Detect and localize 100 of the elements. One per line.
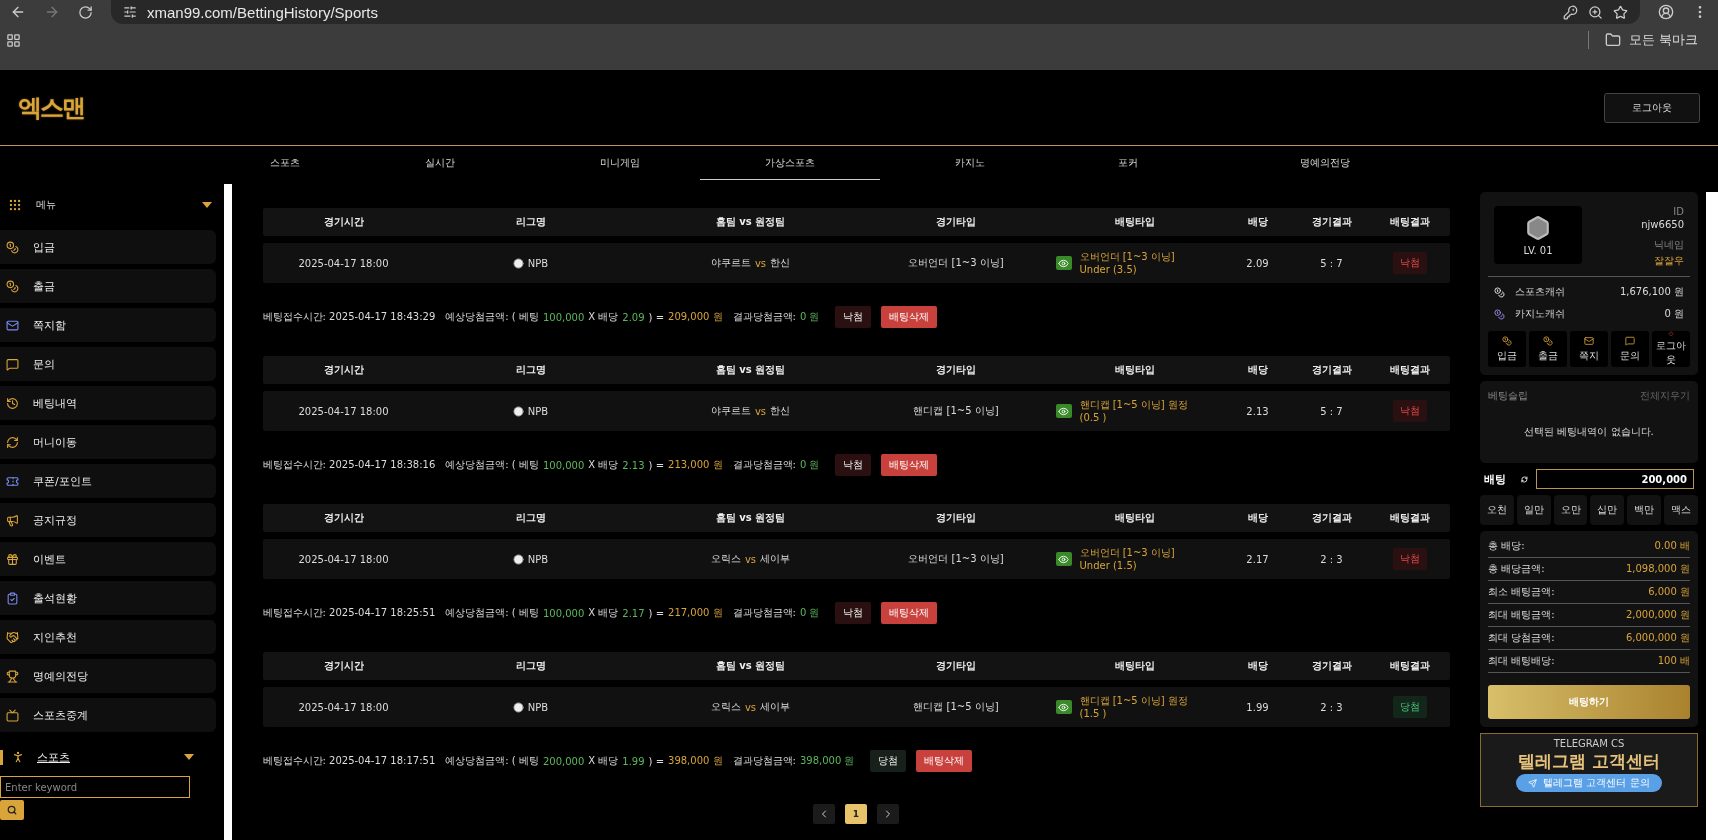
amount-button[interactable]: 맥스	[1664, 495, 1698, 525]
amount-button[interactable]: 백만	[1627, 495, 1662, 525]
result-tag: 낙첨	[1393, 252, 1427, 274]
stake-amount: 100,000	[542, 607, 585, 619]
score: 2 : 3	[1319, 701, 1344, 713]
eye-icon[interactable]	[1055, 256, 1072, 270]
sidebar-item[interactable]: 스포츠중계	[0, 698, 216, 732]
stake-amount: 100,000	[542, 311, 585, 323]
amount-button[interactable]: 일만	[1516, 495, 1551, 525]
eye-icon[interactable]	[1055, 700, 1072, 714]
sidebar-item[interactable]: 지인추천	[0, 620, 216, 654]
gift-icon	[6, 552, 19, 566]
sidebar-item[interactable]: 명예의전당	[0, 659, 216, 693]
amount-button[interactable]: 오만	[1553, 495, 1588, 525]
quick-button[interactable]: 출금	[1529, 331, 1567, 367]
profile-icon[interactable]	[1658, 4, 1674, 20]
nav-tab[interactable]: 가상스포츠	[700, 146, 880, 180]
bet-amount-field[interactable]: 200,000	[1536, 469, 1694, 489]
bet-line: (0.5 )	[1079, 411, 1108, 425]
exchange-icon	[6, 435, 19, 449]
bookmarks-label[interactable]: 모든 북마크	[1628, 31, 1698, 49]
sidebar-item[interactable]: 입금	[0, 230, 216, 264]
sidebar-item[interactable]: 베팅내역	[0, 386, 216, 420]
site-info-icon[interactable]	[123, 5, 137, 19]
key-icon[interactable]	[1563, 4, 1578, 20]
amount-button[interactable]: 십만	[1590, 495, 1625, 525]
site-logo[interactable]: 엑스맨	[18, 91, 84, 124]
info-value: 2,000,000 원	[1625, 608, 1690, 622]
sports-title[interactable]: 스포츠	[37, 749, 70, 765]
nickname: 잘잘우	[1654, 254, 1684, 268]
next-page-button[interactable]	[877, 804, 899, 824]
caret-icon[interactable]	[202, 202, 212, 208]
sidebar-item[interactable]: 쿠폰/포인트	[0, 464, 216, 498]
info-value: 100 배	[1657, 654, 1690, 668]
telegram-banner[interactable]: TELEGRAM CS 텔레그램 고객센터 텔레그램 고객센터 문의	[1480, 733, 1698, 807]
status-tag: 낙첨	[835, 602, 872, 624]
info-value: 6,000,000 원	[1625, 631, 1690, 645]
nav-tab[interactable]: 명예의전당	[1195, 146, 1455, 180]
send-icon	[1528, 778, 1538, 788]
folder-icon[interactable]	[1604, 32, 1621, 48]
reload-icon[interactable]	[78, 4, 93, 20]
zoom-icon[interactable]	[1588, 4, 1603, 20]
page-button[interactable]: 1	[845, 804, 867, 824]
scrollbar[interactable]	[224, 184, 232, 840]
quick-button[interactable]: 로그아웃	[1652, 331, 1690, 367]
sidebar-item[interactable]: 이벤트	[0, 542, 216, 576]
game-type: 오버언더 [1~3 이닝]	[907, 256, 1005, 270]
sidebar-item[interactable]: 쪽지함	[0, 308, 216, 342]
eye-icon[interactable]	[1055, 552, 1072, 566]
sidebar-item[interactable]: 출금	[0, 269, 216, 303]
game-time: 2025-04-17 18:00	[297, 553, 390, 565]
address-bar[interactable]: xman99.com/BettingHistory/Sports	[111, 0, 1640, 24]
nav-tab[interactable]: 실시간	[340, 146, 540, 180]
score: 5 : 7	[1319, 257, 1344, 269]
eye-icon[interactable]	[1055, 404, 1072, 418]
prev-page-button[interactable]	[813, 804, 835, 824]
back-icon[interactable]	[10, 4, 26, 20]
result-label: 결과당첨금액:	[732, 458, 796, 472]
nav-tab[interactable]: 포커	[1060, 146, 1195, 180]
search-button[interactable]	[0, 800, 24, 820]
level-text: LV. 01	[1523, 244, 1553, 256]
column-header: 경기시간	[322, 511, 365, 525]
sidebar-item[interactable]: 머니이동	[0, 425, 216, 459]
odds-value: 2.17	[622, 607, 645, 619]
equals-label: ) =	[648, 459, 665, 471]
sidebar-item[interactable]: 출석현황	[0, 581, 216, 615]
delete-bet-button[interactable]: 배팅삭제	[881, 306, 938, 328]
column-header: 배팅타입	[1114, 511, 1156, 525]
column-header: 홈팀 vs 원정팀	[714, 363, 787, 377]
sidebar-item[interactable]: 문의	[0, 347, 216, 381]
sidebar-item[interactable]: 공지규정	[0, 503, 216, 537]
runner-icon	[11, 750, 25, 764]
nav-tab[interactable]: 카지노	[880, 146, 1060, 180]
home-team: 오릭스	[710, 552, 741, 566]
logout-button[interactable]: 로그아웃	[1604, 92, 1700, 123]
quick-button[interactable]: 쪽지	[1570, 331, 1608, 367]
amount-button[interactable]: 오천	[1480, 495, 1514, 525]
quick-button[interactable]: 입금	[1488, 331, 1526, 367]
nav-tab[interactable]: 미니게임	[540, 146, 700, 180]
cash-label: 카지노캐쉬	[1515, 307, 1565, 321]
home-team: 야쿠르트	[710, 256, 751, 270]
league-name: NPB	[527, 553, 549, 565]
column-header: 배팅타입	[1114, 215, 1156, 229]
delete-bet-button[interactable]: 배팅삭제	[916, 750, 973, 772]
caret-icon[interactable]	[184, 754, 194, 760]
quick-button[interactable]: 문의	[1611, 331, 1649, 367]
received-time: 베팅접수시간: 2025-04-17 18:17:51	[262, 754, 436, 768]
league-name: NPB	[527, 701, 549, 713]
nav-tab[interactable]: 스포츠	[230, 146, 340, 180]
delete-bet-button[interactable]: 배팅삭제	[881, 454, 938, 476]
scrollbar[interactable]	[1706, 192, 1718, 840]
info-label: 최대 당첨금액:	[1488, 631, 1555, 645]
result-amount: 398,000 원	[799, 754, 855, 768]
delete-bet-button[interactable]: 배팅삭제	[881, 602, 938, 624]
bookmark-star-icon[interactable]	[1613, 4, 1628, 20]
coins-icon	[1502, 335, 1512, 346]
equals-label: ) =	[648, 311, 665, 323]
search-field[interactable]: Enter keyword	[0, 776, 190, 798]
apps-icon[interactable]	[6, 32, 21, 48]
result-amount: 0 원	[799, 458, 820, 472]
